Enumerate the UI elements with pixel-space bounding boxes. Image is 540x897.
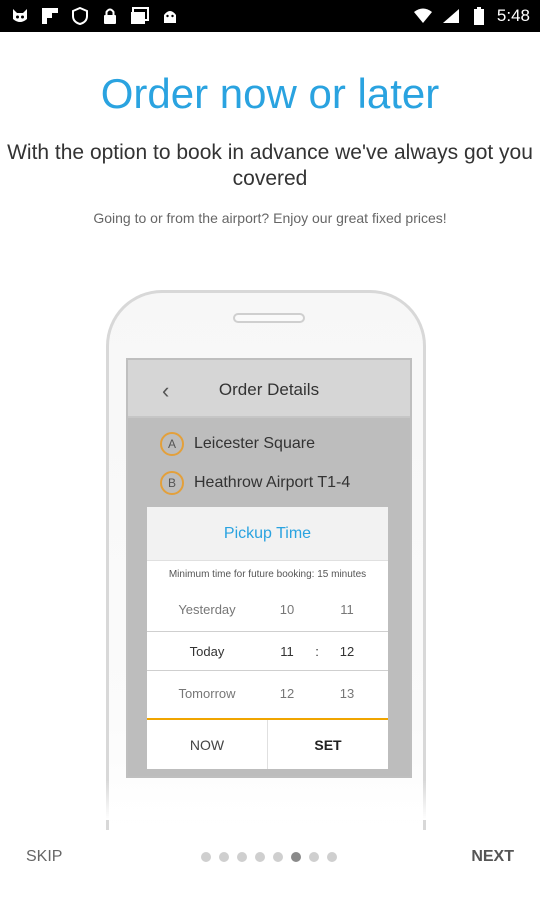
phone-illustration: ‹ Order Details A Leicester Square B Hea… xyxy=(106,290,426,830)
order-details-title: Order Details xyxy=(218,380,320,399)
time-row-hour: 11 xyxy=(280,643,294,659)
battery-icon xyxy=(469,6,489,26)
page-dot[interactable] xyxy=(273,852,283,862)
now-button: NOW xyxy=(147,720,268,769)
wifi-icon xyxy=(413,6,433,26)
signal-icon xyxy=(441,6,461,26)
status-bar: 5:48 xyxy=(0,0,540,32)
page-dot[interactable] xyxy=(255,852,265,862)
location-text: Leicester Square xyxy=(194,435,315,452)
page-dot[interactable] xyxy=(327,852,337,862)
pickup-time-title: Pickup Time xyxy=(147,507,388,561)
picker-buttons: NOW SET xyxy=(147,720,388,769)
location-badge: B xyxy=(160,471,184,495)
time-row: Yesterday 10 11 xyxy=(147,589,388,629)
time-row-selected: Today 11 : 12 xyxy=(147,631,388,671)
photos-icon xyxy=(130,6,150,26)
location-row-a: A Leicester Square xyxy=(160,432,315,456)
time-row-hour: 12 xyxy=(279,685,295,701)
cat-face-icon xyxy=(10,6,30,26)
illustration-fade xyxy=(0,780,540,820)
time-row-sep: : xyxy=(315,643,319,659)
time-row-day: Today xyxy=(189,643,225,659)
location-text: Heathrow Airport T1-4 xyxy=(194,474,351,491)
system-status: 5:48 xyxy=(413,0,530,32)
set-button: SET xyxy=(314,736,342,753)
flipboard-icon xyxy=(40,6,60,26)
page-indicator xyxy=(201,852,337,862)
notification-icons xyxy=(10,6,180,26)
time-row-minute: 12 xyxy=(339,643,355,659)
page-dot[interactable] xyxy=(309,852,319,862)
page-dot-active[interactable] xyxy=(291,852,301,862)
page-dot[interactable] xyxy=(219,852,229,862)
clock: 5:48 xyxy=(496,6,530,25)
location-row-b: B Heathrow Airport T1-4 xyxy=(160,471,350,495)
pickup-time-card: Pickup Time Minimum time for future book… xyxy=(147,507,388,769)
pickup-time-note: Minimum time for future booking: 15 minu… xyxy=(168,568,367,580)
android-icon xyxy=(160,6,180,26)
next-button[interactable]: NEXT xyxy=(471,848,514,866)
page-subtitle: With the option to book in advance we've… xyxy=(7,141,533,190)
time-row: Tomorrow 12 13 xyxy=(147,673,388,713)
page-dot[interactable] xyxy=(237,852,247,862)
phone-screen: ‹ Order Details A Leicester Square B Hea… xyxy=(126,358,412,778)
time-row-minute: 13 xyxy=(339,685,355,701)
page-dot[interactable] xyxy=(201,852,211,862)
shield-icon xyxy=(70,6,90,26)
time-row-hour: 10 xyxy=(279,601,295,617)
time-row-day: Yesterday xyxy=(178,601,236,617)
page-caption: Going to or from the airport? Enjoy our … xyxy=(93,210,447,226)
time-row-minute: 11 xyxy=(340,601,354,617)
lock-icon xyxy=(100,6,120,26)
location-badge: A xyxy=(160,432,184,456)
skip-button[interactable]: SKIP xyxy=(26,848,62,866)
page-title: Order now or later xyxy=(100,70,440,117)
order-details-header: ‹ Order Details xyxy=(128,360,410,418)
phone-speaker xyxy=(233,313,305,323)
time-row-day: Tomorrow xyxy=(178,685,236,701)
